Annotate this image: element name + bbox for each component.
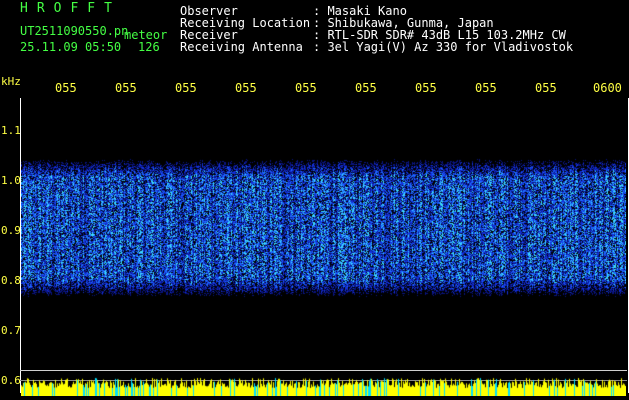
x-tick: 055 <box>55 81 77 95</box>
x-tick: 0600 <box>593 81 622 95</box>
x-tick: 055 <box>175 81 197 95</box>
x-tick: 055 <box>115 81 137 95</box>
baseline-line <box>20 370 627 371</box>
app-title: HROFFT <box>20 1 121 16</box>
x-tick: 055 <box>295 81 317 95</box>
y-axis-unit: kHz <box>1 75 21 88</box>
date-time: 25.11.09 05:50 <box>20 40 122 54</box>
antenna-label: Receiving Antenna <box>180 40 303 54</box>
x-tick: 055 <box>355 81 377 95</box>
y-tick: 0.6 <box>1 374 21 387</box>
y-tick: 0.9 <box>1 224 21 237</box>
x-tick: 055 <box>535 81 557 95</box>
amplitude-trace <box>21 376 626 396</box>
y-tick: 1.1 <box>1 124 21 137</box>
y-tick: 0.7 <box>1 324 21 337</box>
spectrogram-noise-band <box>21 155 626 300</box>
meteor-count: 126 <box>138 40 160 54</box>
x-tick: 055 <box>475 81 497 95</box>
y-tick: 1.0 <box>1 174 21 187</box>
x-tick: 055 <box>235 81 257 95</box>
antenna-value: : 3el Yagi(V) Az 330 for Vladivostok <box>313 40 574 54</box>
x-tick: 055 <box>415 81 437 95</box>
file-name: UT2511090550.pn <box>20 24 129 38</box>
y-tick: 0.8 <box>1 274 21 287</box>
